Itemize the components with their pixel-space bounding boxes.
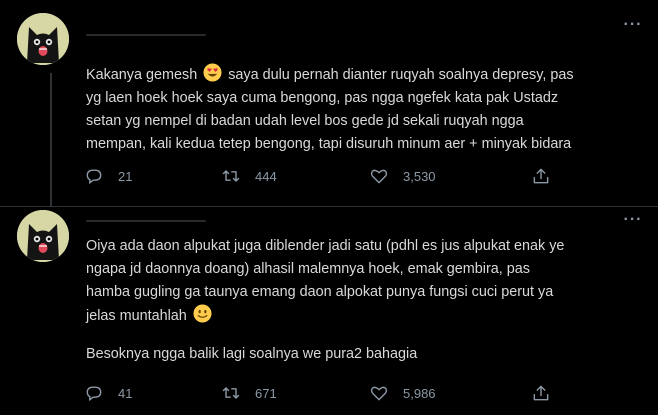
retweet-count: 444	[255, 168, 277, 184]
retweet-icon	[222, 170, 240, 182]
author-name-placeholder	[86, 34, 206, 36]
more-options-icon[interactable]: ···	[620, 212, 646, 229]
retweet-count: 671	[255, 385, 277, 401]
tweet-divider	[0, 206, 658, 207]
like-count: 5,986	[403, 385, 436, 401]
heart-icon	[370, 169, 388, 184]
tweet-text-line: Besoknya ngga balik lagi soalnya we pura…	[86, 346, 418, 362]
heart-icon	[370, 386, 388, 401]
share-button[interactable]	[531, 166, 565, 186]
cat-avatar-icon	[17, 13, 69, 65]
slight-smile-emoji-icon	[193, 304, 212, 323]
like-count: 3,530	[403, 168, 436, 184]
avatar[interactable]	[17, 210, 69, 262]
reply-button[interactable]: 41	[84, 383, 132, 403]
share-icon	[533, 385, 549, 401]
tweet-text-line: Oiya ada daon alpukat juga diblender jad…	[86, 238, 565, 254]
tweet-text-line: jelas muntahlah	[86, 308, 191, 324]
retweet-button[interactable]: 671	[221, 383, 277, 403]
reply-button[interactable]: 21	[84, 166, 132, 186]
reply-count: 21	[118, 168, 133, 184]
author-name-placeholder	[86, 220, 206, 222]
tweet-text: Kakanya gemesh saya dulu pernah dianter …	[86, 63, 642, 156]
tweet-text-paragraph: Besoknya ngga balik lagi soalnya we pura…	[86, 343, 642, 366]
thread-connector-line	[50, 73, 52, 207]
reply-count: 41	[118, 385, 133, 401]
tweet-text-line: hamba gugling ga taunya emang daon alpok…	[86, 284, 554, 300]
share-button[interactable]	[531, 383, 565, 403]
retweet-icon	[222, 387, 240, 399]
share-icon	[533, 168, 549, 184]
tweet-text-line: mempan, kali kedua tetep bengong, tapi d…	[86, 136, 572, 152]
tweet-text-line: saya dulu pernah dianter ruqyah soalnya …	[224, 67, 574, 83]
like-button[interactable]: 5,986	[369, 383, 436, 403]
cat-avatar-icon	[17, 210, 69, 262]
tweet-text-line: ngapa jd daonnya doang) alhasil malemnya…	[86, 261, 530, 277]
avatar[interactable]	[17, 13, 69, 65]
heart-eyes-emoji-icon	[203, 63, 222, 82]
retweet-button[interactable]: 444	[221, 166, 277, 186]
tweet-text-line: Kakanya gemesh	[86, 67, 202, 83]
like-button[interactable]: 3,530	[369, 166, 436, 186]
reply-icon	[86, 169, 102, 185]
reply-icon	[86, 386, 102, 402]
tweet-text-line: yg laen hoek hoek saya cuma bengong, pas…	[86, 90, 559, 106]
tweet-text-line: setan yg nempel di badan udah level bos …	[86, 113, 524, 129]
more-options-icon[interactable]: ···	[620, 17, 646, 34]
tweet-text: Oiya ada daon alpukat juga diblender jad…	[86, 235, 642, 328]
